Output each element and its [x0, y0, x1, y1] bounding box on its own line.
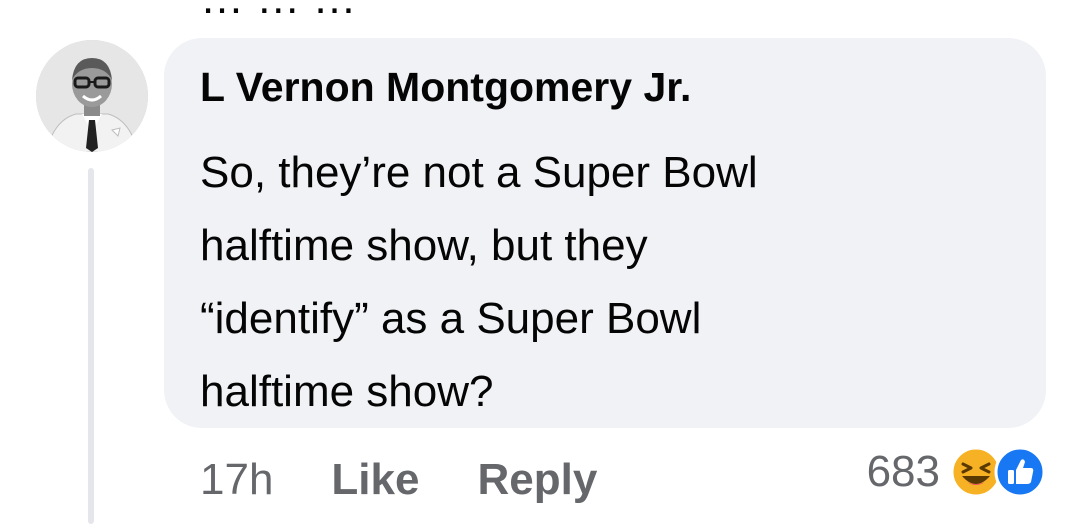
comment-thread: … … … L Vernon Mon	[0, 0, 1080, 524]
avatar[interactable]	[36, 40, 148, 152]
comment-line: “identify” as a Super Bowl	[200, 294, 702, 343]
comment-body: So, they’re not a Super Bowl halftime sh…	[200, 136, 1020, 428]
reaction-count: 683	[866, 447, 940, 496]
reply-button[interactable]: Reply	[477, 455, 597, 505]
thread-line	[88, 168, 94, 524]
comment-author[interactable]: L Vernon Montgomery Jr.	[200, 64, 691, 111]
comment-line: halftime show?	[200, 367, 494, 416]
reactions-summary[interactable]: 683	[867, 444, 1048, 500]
like-icon	[994, 446, 1046, 498]
reaction-icons	[950, 446, 1048, 498]
comment-actions: 17h Like Reply	[200, 450, 597, 510]
comment-timestamp[interactable]: 17h	[200, 455, 273, 505]
comment-line: halftime show, but they	[200, 221, 648, 270]
like-button[interactable]: Like	[331, 455, 419, 505]
comment-line: So, they’re not a Super Bowl	[200, 148, 758, 197]
previous-comment-text: … … …	[200, 0, 356, 24]
avatar-photo	[36, 40, 148, 152]
